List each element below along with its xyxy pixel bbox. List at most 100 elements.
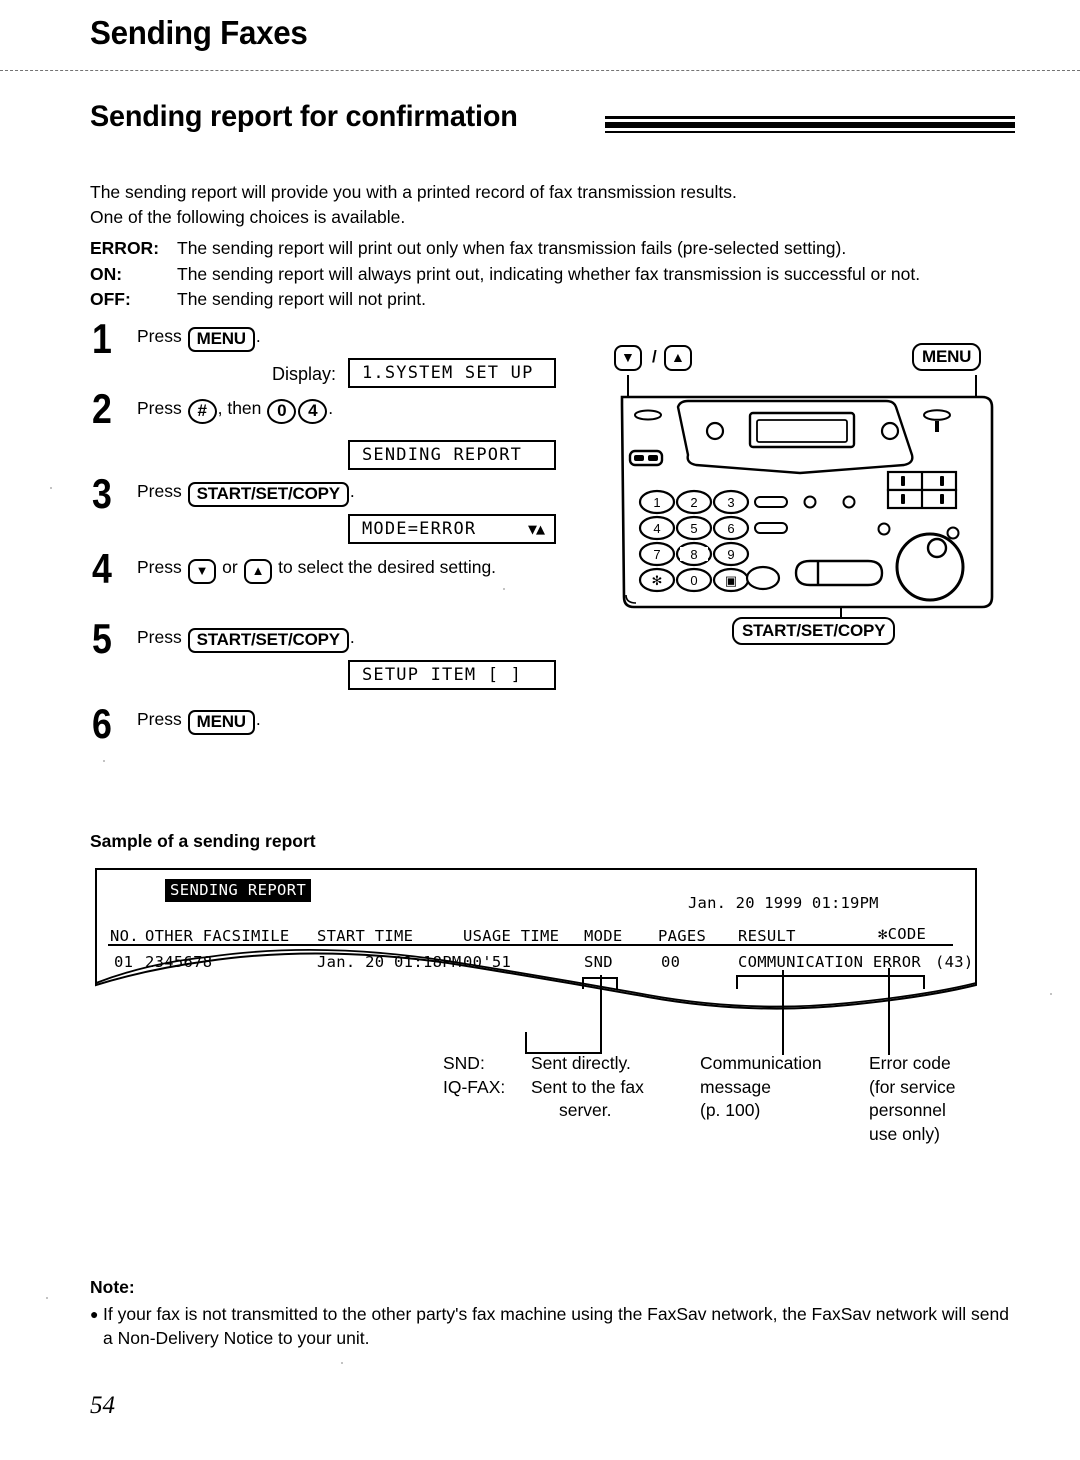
sample-report-figure: SENDING REPORT Jan. 20 1999 01:19PM NO. … bbox=[88, 865, 1008, 1060]
report-date: Jan. 20 1999 01:19PM bbox=[688, 894, 879, 912]
lcd-step-2-text: SENDING REPORT bbox=[362, 445, 523, 465]
note-heading: Note: bbox=[90, 1277, 135, 1297]
step-3-press: Press bbox=[137, 481, 182, 501]
note-body: ● If your fax is not transmitted to the … bbox=[90, 1302, 1015, 1350]
step-4-text: Press ▼ or ▲ to select the desired setti… bbox=[137, 556, 496, 584]
intro-paragraph: The sending report will provide you with… bbox=[90, 180, 1010, 230]
svg-text:4: 4 bbox=[653, 521, 660, 536]
key-menu[interactable]: MENU bbox=[187, 327, 255, 352]
col-header-start-time: START TIME bbox=[317, 927, 414, 945]
callout-message-line-1: Communication bbox=[700, 1053, 822, 1073]
cell-usage-time: 00'51 bbox=[463, 953, 512, 971]
key-menu-2[interactable]: MENU bbox=[187, 710, 255, 735]
col-header-code: ✻CODE bbox=[878, 925, 927, 943]
cell-pages: 00 bbox=[661, 953, 681, 971]
step-2-then: , then bbox=[217, 398, 262, 418]
leader-line-mode bbox=[600, 975, 602, 1053]
step-4-press: Press bbox=[137, 557, 182, 577]
callout-communication-message: Communication message (p. 100) bbox=[700, 1052, 822, 1123]
scan-speck bbox=[503, 588, 505, 590]
key-down-arrow[interactable]: ▼ bbox=[187, 559, 217, 584]
svg-text:5: 5 bbox=[690, 521, 697, 536]
step-2-text: Press #, then 04. bbox=[137, 397, 333, 424]
choice-on-key: ON: bbox=[90, 263, 123, 284]
choices-list: ERROR: The sending report will print out… bbox=[90, 236, 1020, 313]
note-bullet-icon: ● bbox=[90, 1306, 99, 1322]
leader-line-message bbox=[782, 970, 784, 1055]
col-header-no: NO. bbox=[110, 927, 139, 945]
callout-errorcode-line-2: (for service bbox=[869, 1076, 956, 1097]
callout-iqfax-value-2: server. bbox=[559, 1100, 612, 1120]
report-header-rule bbox=[108, 944, 953, 946]
step-5-press: Press bbox=[137, 627, 182, 647]
step-6-number: 6 bbox=[92, 700, 112, 747]
step-1-period: . bbox=[255, 326, 261, 346]
step-2-press: Press bbox=[137, 398, 182, 418]
note-text: If your fax is not transmitted to the ot… bbox=[103, 1304, 1009, 1348]
callout-errorcode-line-3: personnel bbox=[869, 1100, 946, 1120]
step-2-period: . bbox=[328, 398, 334, 418]
display-label: Display: bbox=[272, 364, 337, 384]
step-5-period: . bbox=[349, 627, 355, 647]
step-4-number: 4 bbox=[92, 545, 112, 592]
bracket-mode-right bbox=[616, 977, 618, 989]
scan-speck bbox=[46, 1297, 48, 1299]
choice-off-text: The sending report will not print. bbox=[177, 289, 427, 309]
lcd-step-1-text: 1.SYSTEM SET UP bbox=[362, 363, 534, 383]
key-four[interactable]: 4 bbox=[298, 399, 328, 424]
key-hash[interactable]: # bbox=[187, 399, 217, 424]
lcd-step-5-text: SETUP ITEM [ ] bbox=[362, 665, 523, 685]
svg-text:7: 7 bbox=[653, 547, 660, 562]
key-up-arrow[interactable]: ▲ bbox=[243, 559, 273, 584]
fax-machine-illustration: ▼ / ▲ MENU START/SET/COPY 1 2 3 4 5 6 7 … bbox=[600, 343, 1020, 655]
lcd-step-1: 1.SYSTEM SET UP bbox=[348, 358, 556, 388]
step-5-text: Press START/SET/COPY. bbox=[137, 626, 355, 653]
callout-message-line-2: message bbox=[700, 1076, 772, 1097]
step-2-number: 2 bbox=[92, 385, 112, 432]
key-zero[interactable]: 0 bbox=[267, 399, 297, 424]
sample-report-heading: Sample of a sending report bbox=[90, 831, 316, 851]
intro-line-1: The sending report will provide you with… bbox=[90, 182, 737, 202]
manual-page: Sending Faxes Sending report for confirm… bbox=[0, 0, 1080, 1460]
step-3-number: 3 bbox=[92, 470, 112, 517]
cell-code: (43) bbox=[935, 953, 974, 971]
page-title: Sending report for confirmation bbox=[90, 100, 518, 133]
choice-off: OFF: The sending report will not print. bbox=[90, 287, 1020, 313]
callout-errorcode-line-1: Error code bbox=[869, 1053, 951, 1073]
bracket-mode-left bbox=[582, 977, 584, 989]
step-4-tail: to select the desired setting. bbox=[278, 557, 497, 577]
callout-message-line-3: (p. 100) bbox=[700, 1100, 761, 1120]
cell-mode: SND bbox=[584, 953, 613, 971]
col-header-usage-time: USAGE TIME bbox=[463, 927, 560, 945]
col-header-mode: MODE bbox=[584, 927, 623, 945]
step-1-number: 1 bbox=[92, 315, 112, 362]
choice-on-text: The sending report will always print out… bbox=[177, 263, 921, 284]
step-6-text: Press MENU. bbox=[137, 708, 261, 735]
step-3-text: Press START/SET/COPY. bbox=[137, 480, 355, 507]
section-title-rule bbox=[605, 116, 1015, 133]
callout-spacer bbox=[443, 1099, 531, 1123]
svg-text:1: 1 bbox=[653, 495, 660, 510]
page-number: 54 bbox=[90, 1392, 115, 1419]
leader-line-errorcode bbox=[888, 968, 890, 1055]
step-3-period: . bbox=[349, 481, 355, 501]
intro-line-2: One of the following choices is availabl… bbox=[90, 207, 406, 227]
key-start-set-copy-2[interactable]: START/SET/COPY bbox=[187, 628, 349, 653]
lcd-step-3-text: MODE=ERROR bbox=[362, 519, 477, 539]
svg-text:2: 2 bbox=[690, 495, 697, 510]
step-6-press: Press bbox=[137, 709, 182, 729]
scan-speck bbox=[103, 760, 105, 762]
bracket-result-top bbox=[736, 975, 924, 977]
fax-machine-body-svg: 123 456 799 ✻0▣ 8 bbox=[620, 395, 994, 609]
step-5-number: 5 bbox=[92, 615, 112, 662]
callout-errorcode-line-4: use only) bbox=[869, 1123, 941, 1144]
lcd-step-3: MODE=ERROR ▼▲ bbox=[348, 514, 556, 544]
step-4-or: or bbox=[222, 557, 238, 577]
callout-error-code: Error code (for service personnel use on… bbox=[869, 1052, 956, 1146]
key-start-set-copy[interactable]: START/SET/COPY bbox=[187, 482, 349, 507]
choice-on: ON: The sending report will always print… bbox=[90, 262, 1020, 288]
col-header-result: RESULT bbox=[738, 927, 796, 945]
callout-mode-legend: SND: Sent directly. IQ-FAX: Sent to the … bbox=[443, 1052, 644, 1123]
scan-speck bbox=[1050, 993, 1052, 995]
col-header-other-facsimile: OTHER FACSIMILE bbox=[145, 927, 290, 945]
